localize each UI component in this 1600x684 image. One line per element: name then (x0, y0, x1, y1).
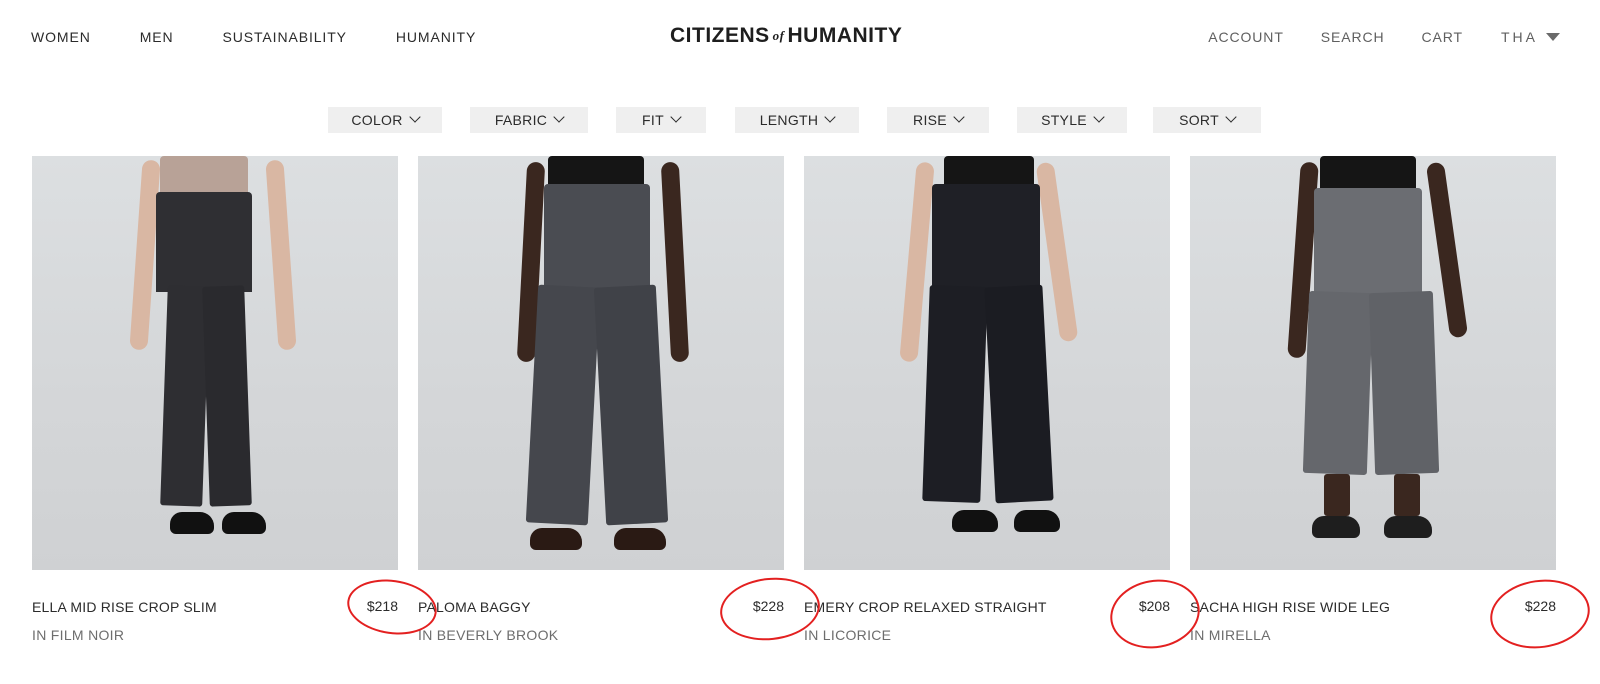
model-figure (804, 156, 1170, 570)
nav-women[interactable]: WOMEN (31, 29, 91, 45)
product-name[interactable]: ELLA MID RISE CROP SLIM (32, 599, 217, 615)
filter-fabric[interactable]: FABRIC (470, 107, 588, 133)
product-image[interactable] (418, 156, 784, 570)
filter-style[interactable]: STYLE (1017, 107, 1127, 133)
logo-citizens: CITIZENS (670, 24, 770, 47)
price-annotation-circle (1485, 573, 1595, 655)
nav-account[interactable]: ACCOUNT (1208, 29, 1284, 45)
primary-nav: WOMEN MEN SUSTAINABILITY HUMANITY (31, 29, 525, 45)
chevron-down-icon (1093, 111, 1105, 123)
product-price: $228 (1524, 598, 1556, 614)
region-label: THA (1501, 29, 1538, 45)
product-price: $218 (366, 598, 398, 614)
filter-label: STYLE (1041, 112, 1087, 128)
utility-nav: ACCOUNT SEARCH CART THA (1171, 29, 1560, 45)
filter-color[interactable]: COLOR (328, 107, 442, 133)
chevron-down-icon (670, 111, 682, 123)
filter-bar: COLOR FABRIC FIT LENGTH RISE STYLE SORT (0, 107, 1600, 133)
product-price: $228 (752, 598, 784, 614)
nav-men[interactable]: MEN (140, 29, 174, 45)
model-figure (418, 156, 784, 570)
product-color: IN LICORICE (804, 627, 892, 643)
filter-rise[interactable]: RISE (887, 107, 989, 133)
product-color: IN BEVERLY BROOK (418, 627, 559, 643)
filter-label: SORT (1179, 112, 1219, 128)
product-name[interactable]: PALOMA BAGGY (418, 599, 531, 615)
logo-humanity: HUMANITY (787, 24, 903, 47)
nav-sustainability[interactable]: SUSTAINABILITY (223, 29, 347, 45)
product-image[interactable] (32, 156, 398, 570)
chevron-down-icon (953, 111, 965, 123)
filter-length[interactable]: LENGTH (735, 107, 859, 133)
logo-of: of (772, 28, 785, 43)
chevron-down-icon (553, 111, 565, 123)
product-card[interactable]: EMERY CROP RELAXED STRAIGHT IN LICORICE … (804, 156, 1170, 643)
nav-humanity[interactable]: HUMANITY (396, 29, 476, 45)
product-image[interactable] (804, 156, 1170, 570)
product-card[interactable]: SACHA HIGH RISE WIDE LEG IN MIRELLA $228 (1190, 156, 1556, 643)
region-selector[interactable]: THA (1501, 29, 1560, 45)
filter-label: LENGTH (759, 112, 819, 128)
filter-sort[interactable]: SORT (1153, 107, 1261, 133)
chevron-down-icon (1225, 111, 1237, 123)
filter-label: RISE (913, 112, 947, 128)
site-header: WOMEN MEN SUSTAINABILITY HUMANITY CITIZE… (0, 0, 1600, 78)
nav-cart[interactable]: CART (1422, 29, 1463, 45)
chevron-down-icon (824, 111, 836, 123)
nav-search[interactable]: SEARCH (1321, 29, 1385, 45)
filter-label: FABRIC (494, 112, 548, 128)
product-image[interactable] (1190, 156, 1556, 570)
filter-fit[interactable]: FIT (616, 107, 706, 133)
product-name[interactable]: EMERY CROP RELAXED STRAIGHT (804, 599, 1047, 615)
model-figure (1190, 156, 1556, 570)
filter-label: FIT (642, 112, 664, 128)
product-color: IN MIRELLA (1190, 627, 1271, 643)
filter-label: COLOR (351, 112, 403, 128)
product-price: $208 (1138, 598, 1170, 614)
product-card[interactable]: ELLA MID RISE CROP SLIM IN FILM NOIR $21… (32, 156, 398, 643)
caret-down-icon (1546, 33, 1560, 41)
product-card[interactable]: PALOMA BAGGY IN BEVERLY BROOK $228 (418, 156, 784, 643)
model-figure (32, 156, 398, 570)
product-name[interactable]: SACHA HIGH RISE WIDE LEG (1190, 599, 1390, 615)
chevron-down-icon (408, 111, 421, 123)
product-color: IN FILM NOIR (32, 627, 125, 643)
brand-logo[interactable]: CITIZENS of HUMANITY (670, 24, 902, 48)
